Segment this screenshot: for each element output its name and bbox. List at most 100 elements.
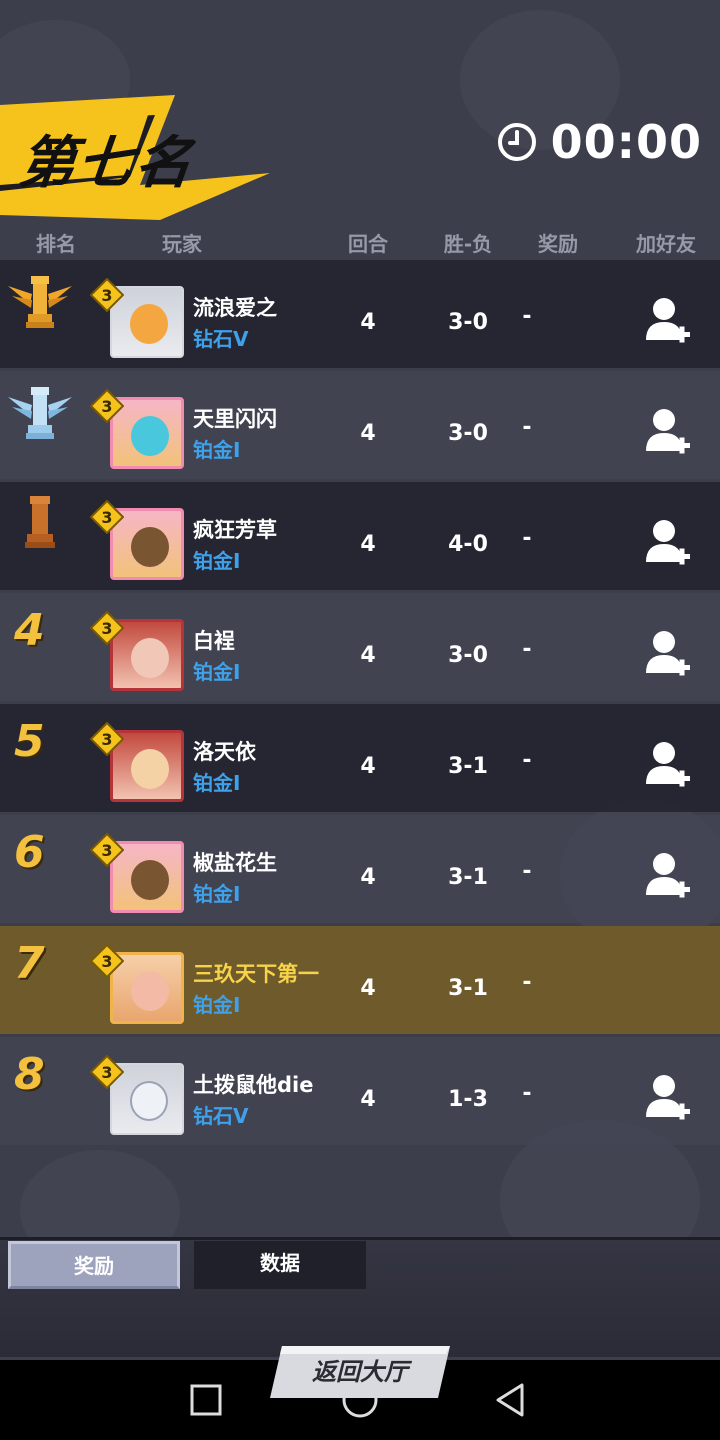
- add-user-icon[interactable]: [644, 518, 692, 568]
- player-tier: 铂金I: [193, 993, 241, 1017]
- avatar-face: [130, 304, 168, 344]
- avatar-container: 3: [90, 1055, 188, 1137]
- level-badge: 3: [90, 1055, 124, 1089]
- col-rounds: 回合: [348, 232, 388, 256]
- timer-text: 00:00: [550, 115, 702, 169]
- level-badge: 3: [90, 833, 124, 867]
- table-row: 8 3 土拨鼠他die 钻石V 4 1-3 -: [0, 1037, 720, 1145]
- reward-value: -: [522, 970, 532, 995]
- avatar-face: [131, 971, 169, 1011]
- clock-icon: [497, 123, 536, 161]
- col-add-friend: 加好友: [636, 232, 696, 256]
- player-tier: 钻石V: [193, 327, 249, 351]
- bronze-chess-rook-icon: [25, 496, 55, 548]
- avatar-face: [131, 527, 169, 567]
- player-tier: 钻石V: [193, 1104, 249, 1128]
- avatar-container: 3: [90, 722, 188, 804]
- level-badge: 3: [90, 500, 124, 534]
- reward-value: -: [522, 415, 532, 440]
- player-tier: 铂金I: [193, 660, 241, 684]
- table-row: 3 疯狂芳草 铂金I 4 4-0 -: [0, 482, 720, 590]
- tab-reward[interactable]: 奖励: [8, 1241, 180, 1289]
- win-loss-value: 3-1: [448, 976, 488, 1001]
- rank-number: 4: [14, 605, 45, 656]
- player-name[interactable]: 土拨鼠他die: [193, 1069, 313, 1099]
- avatar-face: [131, 749, 169, 789]
- divider: [0, 1237, 720, 1240]
- table-row: 3 天里闪闪 铂金I 4 3-0 -: [0, 371, 720, 479]
- level-text: 3: [101, 619, 112, 638]
- player-name[interactable]: 流浪爱之: [193, 292, 277, 322]
- rounds-value: 4: [360, 976, 376, 1001]
- table-row-self: 7 3 三玖天下第一 铂金I 4 3-1 -: [0, 926, 720, 1034]
- table-row: 5 3 洛天依 铂金I 4 3-1 -: [0, 704, 720, 812]
- win-loss-value: 3-0: [448, 421, 488, 446]
- rank-title: 第七名: [16, 131, 197, 196]
- timer: 00:00: [497, 112, 702, 172]
- add-user-icon[interactable]: [644, 407, 692, 457]
- rounds-value: 4: [360, 532, 376, 557]
- level-badge: 3: [90, 389, 124, 423]
- avatar-container: 3: [90, 389, 188, 471]
- rank-number: 6: [14, 827, 45, 878]
- player-name[interactable]: 疯狂芳草: [193, 514, 277, 544]
- add-user-icon[interactable]: [644, 629, 692, 679]
- avatar-face: [131, 416, 169, 456]
- rounds-value: 4: [360, 643, 376, 668]
- silver-winged-chess-rook-icon: [8, 387, 72, 439]
- player-name[interactable]: 洛天依: [193, 736, 256, 766]
- reward-value: -: [522, 637, 532, 662]
- player-name[interactable]: 白裎: [193, 625, 235, 655]
- triangle-back-icon[interactable]: [490, 1378, 534, 1422]
- square-recent-icon[interactable]: [184, 1378, 228, 1422]
- player-tier: 铂金I: [193, 771, 241, 795]
- col-rank: 排名: [36, 232, 76, 256]
- player-name[interactable]: 椒盐花生: [193, 847, 277, 877]
- col-win-loss: 胜-负: [443, 232, 493, 256]
- rounds-value: 4: [360, 310, 376, 335]
- level-text: 3: [101, 1063, 112, 1082]
- rank-number: 8: [14, 1049, 45, 1100]
- avatar-face: [130, 1081, 168, 1121]
- win-loss-value: 3-0: [448, 643, 488, 668]
- level-text: 3: [101, 397, 112, 416]
- avatar-face: [131, 638, 169, 678]
- table-row: 6 3 椒盐花生 铂金I 4 3-1 -: [0, 815, 720, 923]
- add-user-icon[interactable]: [644, 740, 692, 790]
- table-row: 3 流浪爱之 钻石V 4 3-0 -: [0, 260, 720, 368]
- rank-number: 7: [14, 938, 45, 989]
- avatar-container: 3: [90, 944, 188, 1026]
- reward-value: -: [522, 304, 532, 329]
- tab-data[interactable]: 数据: [194, 1241, 366, 1289]
- reward-value: -: [522, 748, 532, 773]
- rounds-value: 4: [360, 754, 376, 779]
- column-headers: 排名 玩家 回合 胜-负 奖励 加好友: [0, 228, 720, 260]
- win-loss-value: 3-1: [448, 865, 488, 890]
- player-name[interactable]: 三玖天下第一: [193, 958, 319, 988]
- rounds-value: 4: [360, 865, 376, 890]
- gold-winged-chess-rook-icon: [8, 276, 72, 328]
- avatar-container: 3: [90, 833, 188, 915]
- col-reward: 奖励: [538, 232, 578, 256]
- level-text: 3: [101, 730, 112, 749]
- return-to-lobby-button[interactable]: 返回大厅: [270, 1346, 450, 1398]
- rank-number: 5: [14, 716, 45, 767]
- add-user-icon[interactable]: [644, 851, 692, 901]
- player-tier: 铂金I: [193, 549, 241, 573]
- add-user-icon[interactable]: [644, 1073, 692, 1123]
- player-tier: 铂金I: [193, 882, 241, 906]
- col-player: 玩家: [162, 232, 202, 256]
- rounds-value: 4: [360, 421, 376, 446]
- level-badge: 3: [90, 944, 124, 978]
- avatar-container: 3: [90, 611, 188, 693]
- level-text: 3: [101, 952, 112, 971]
- avatar-face: [131, 860, 169, 900]
- avatar-container: 3: [90, 500, 188, 582]
- win-loss-value: 1-3: [448, 1087, 488, 1112]
- table-row: 4 3 白裎 铂金I 4 3-0 -: [0, 593, 720, 701]
- level-text: 3: [101, 286, 112, 305]
- avatar-container: 3: [90, 278, 188, 360]
- win-loss-value: 4-0: [448, 532, 488, 557]
- player-name[interactable]: 天里闪闪: [193, 403, 277, 433]
- add-user-icon[interactable]: [644, 296, 692, 346]
